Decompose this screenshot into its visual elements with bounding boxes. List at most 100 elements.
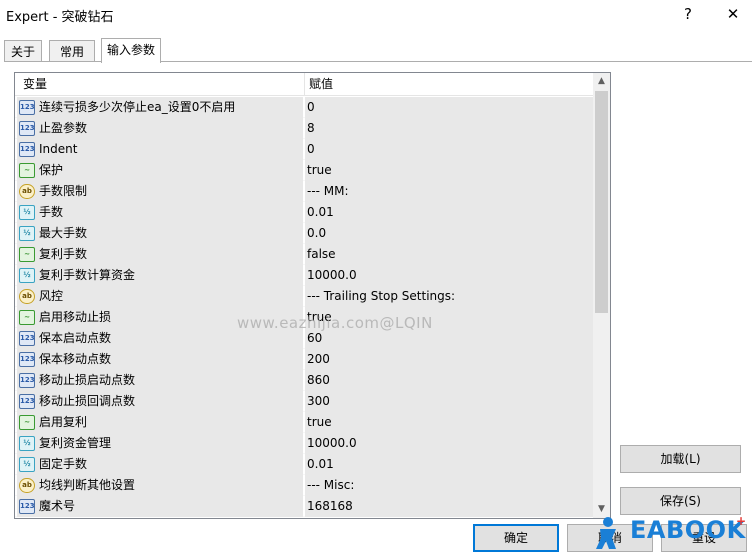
param-row[interactable]: 123 连续亏损多少次停止ea_设置0不启用 0 <box>15 97 593 118</box>
param-name: Indent <box>39 142 78 156</box>
param-value[interactable]: 10000.0 <box>305 265 593 286</box>
column-divider[interactable] <box>304 73 305 96</box>
vertical-scrollbar[interactable]: ▲ ▼ <box>593 73 610 518</box>
param-row[interactable]: ~ 保护 true <box>15 160 593 181</box>
param-value[interactable]: 10000.0 <box>305 433 593 454</box>
param-name: 魔术号 <box>39 499 76 513</box>
string-icon: ab <box>19 184 35 199</box>
scroll-up-icon[interactable]: ▲ <box>593 73 610 90</box>
param-name: 最大手数 <box>39 226 88 240</box>
param-name-cell[interactable]: ½ 手数 <box>17 202 303 223</box>
window-title: Expert - 突破钻石 <box>6 10 114 25</box>
param-name-cell[interactable]: ½ 复利资金管理 <box>17 433 303 454</box>
ok-button[interactable]: 确定 <box>473 524 559 552</box>
param-name-cell[interactable]: 123 移动止损启动点数 <box>17 370 303 391</box>
param-name-cell[interactable]: 123 Indent <box>17 139 303 160</box>
double-icon: ½ <box>19 436 35 451</box>
param-value[interactable]: 0.0 <box>305 223 593 244</box>
param-name: 风控 <box>39 289 64 303</box>
bool-icon: ~ <box>19 163 35 178</box>
int-icon: 123 <box>19 121 35 136</box>
param-name-cell[interactable]: ab 手数限制 <box>17 181 303 202</box>
param-row[interactable]: ½ 固定手数 0.01 <box>15 454 593 475</box>
param-value[interactable]: --- Misc: <box>305 475 593 496</box>
param-name-cell[interactable]: 123 移动止损回调点数 <box>17 391 303 412</box>
param-name-cell[interactable]: ½ 复利手数计算资金 <box>17 265 303 286</box>
close-button[interactable]: ✕ <box>721 3 745 25</box>
string-icon: ab <box>19 289 35 304</box>
param-value[interactable]: --- Trailing Stop Settings: <box>305 286 593 307</box>
column-header-variable[interactable]: 变量 <box>23 73 47 96</box>
scroll-thumb[interactable] <box>595 91 608 313</box>
param-value[interactable]: true <box>305 412 593 433</box>
param-name-cell[interactable]: 123 保本移动点数 <box>17 349 303 370</box>
param-value[interactable]: 0.01 <box>305 454 593 475</box>
param-row[interactable]: 123 魔术号 168168 <box>15 496 593 517</box>
param-name: 止盈参数 <box>39 121 88 135</box>
param-name: 保本移动点数 <box>39 352 112 366</box>
param-name: 手数 <box>39 205 64 219</box>
int-icon: 123 <box>19 373 35 388</box>
param-row[interactable]: ½ 手数 0.01 <box>15 202 593 223</box>
param-row[interactable]: 123 止盈参数 8 <box>15 118 593 139</box>
double-icon: ½ <box>19 457 35 472</box>
param-row[interactable]: 123 Indent 0 <box>15 139 593 160</box>
param-row[interactable]: ½ 复利资金管理 10000.0 <box>15 433 593 454</box>
tab-about[interactable]: 关于 <box>4 40 42 62</box>
param-value[interactable]: --- MM: <box>305 181 593 202</box>
param-name-cell[interactable]: 123 魔术号 <box>17 496 303 517</box>
param-value[interactable]: 0.01 <box>305 202 593 223</box>
param-name-cell[interactable]: 123 止盈参数 <box>17 118 303 139</box>
help-button[interactable]: ? <box>676 3 700 25</box>
param-value[interactable]: 200 <box>305 349 593 370</box>
param-name-cell[interactable]: 123 连续亏损多少次停止ea_设置0不启用 <box>17 97 303 118</box>
param-name-cell[interactable]: ½ 固定手数 <box>17 454 303 475</box>
param-row[interactable]: ½ 最大手数 0.0 <box>15 223 593 244</box>
param-value[interactable]: 0 <box>305 97 593 118</box>
param-row[interactable]: ab 均线判断其他设置 --- Misc: <box>15 475 593 496</box>
param-row[interactable]: ~ 启用复利 true <box>15 412 593 433</box>
param-value[interactable]: 0 <box>305 139 593 160</box>
param-row[interactable]: ½ 复利手数计算资金 10000.0 <box>15 265 593 286</box>
logo-text: EABOOK <box>630 516 746 544</box>
param-name: 启用复利 <box>39 415 88 429</box>
param-name-cell[interactable]: ab 风控 <box>17 286 303 307</box>
param-name-cell[interactable]: ~ 复利手数 <box>17 244 303 265</box>
double-icon: ½ <box>19 226 35 241</box>
param-name: 复利手数 <box>39 247 88 261</box>
param-row[interactable]: 123 移动止损回调点数 300 <box>15 391 593 412</box>
int-icon: 123 <box>19 100 35 115</box>
param-value[interactable]: 860 <box>305 370 593 391</box>
tab-common[interactable]: 常用 <box>49 40 95 62</box>
param-value[interactable]: 8 <box>305 118 593 139</box>
load-button[interactable]: 加载(L) <box>620 445 741 473</box>
param-name-cell[interactable]: ab 均线判断其他设置 <box>17 475 303 496</box>
inputs-grid: 变量 赋值 123 连续亏损多少次停止ea_设置0不启用 0 123 止盈参数 8 123 I… <box>14 72 611 519</box>
param-row[interactable]: ab 风控 --- Trailing Stop Settings: <box>15 286 593 307</box>
param-value[interactable]: false <box>305 244 593 265</box>
int-icon: 123 <box>19 142 35 157</box>
logo-plus: + <box>736 514 747 528</box>
param-row[interactable]: 123 移动止损启动点数 860 <box>15 370 593 391</box>
int-icon: 123 <box>19 394 35 409</box>
param-name: 保本启动点数 <box>39 331 112 345</box>
int-icon: 123 <box>19 499 35 514</box>
param-name-cell[interactable]: ½ 最大手数 <box>17 223 303 244</box>
tab-strip: 关于 常用 输入参数 <box>0 38 755 63</box>
param-row[interactable]: 123 保本移动点数 200 <box>15 349 593 370</box>
tab-inputs[interactable]: 输入参数 <box>101 38 161 63</box>
param-name-cell[interactable]: ~ 保护 <box>17 160 303 181</box>
param-value[interactable]: 168168 <box>305 496 593 517</box>
param-row[interactable]: ab 手数限制 --- MM: <box>15 181 593 202</box>
save-button[interactable]: 保存(S) <box>620 487 741 515</box>
title-bar: Expert - 突破钻石 ? ✕ <box>0 0 755 30</box>
watermark: www.eazhijia.com@LQIN <box>237 314 433 332</box>
param-value[interactable]: true <box>305 160 593 181</box>
param-name: 移动止损回调点数 <box>39 394 136 408</box>
param-row[interactable]: ~ 复利手数 false <box>15 244 593 265</box>
param-value[interactable]: 300 <box>305 391 593 412</box>
column-header-value[interactable]: 赋值 <box>309 73 333 96</box>
param-name-cell[interactable]: ~ 启用复利 <box>17 412 303 433</box>
param-name: 启用移动止损 <box>39 310 112 324</box>
grid-header: 变量 赋值 <box>15 73 593 96</box>
